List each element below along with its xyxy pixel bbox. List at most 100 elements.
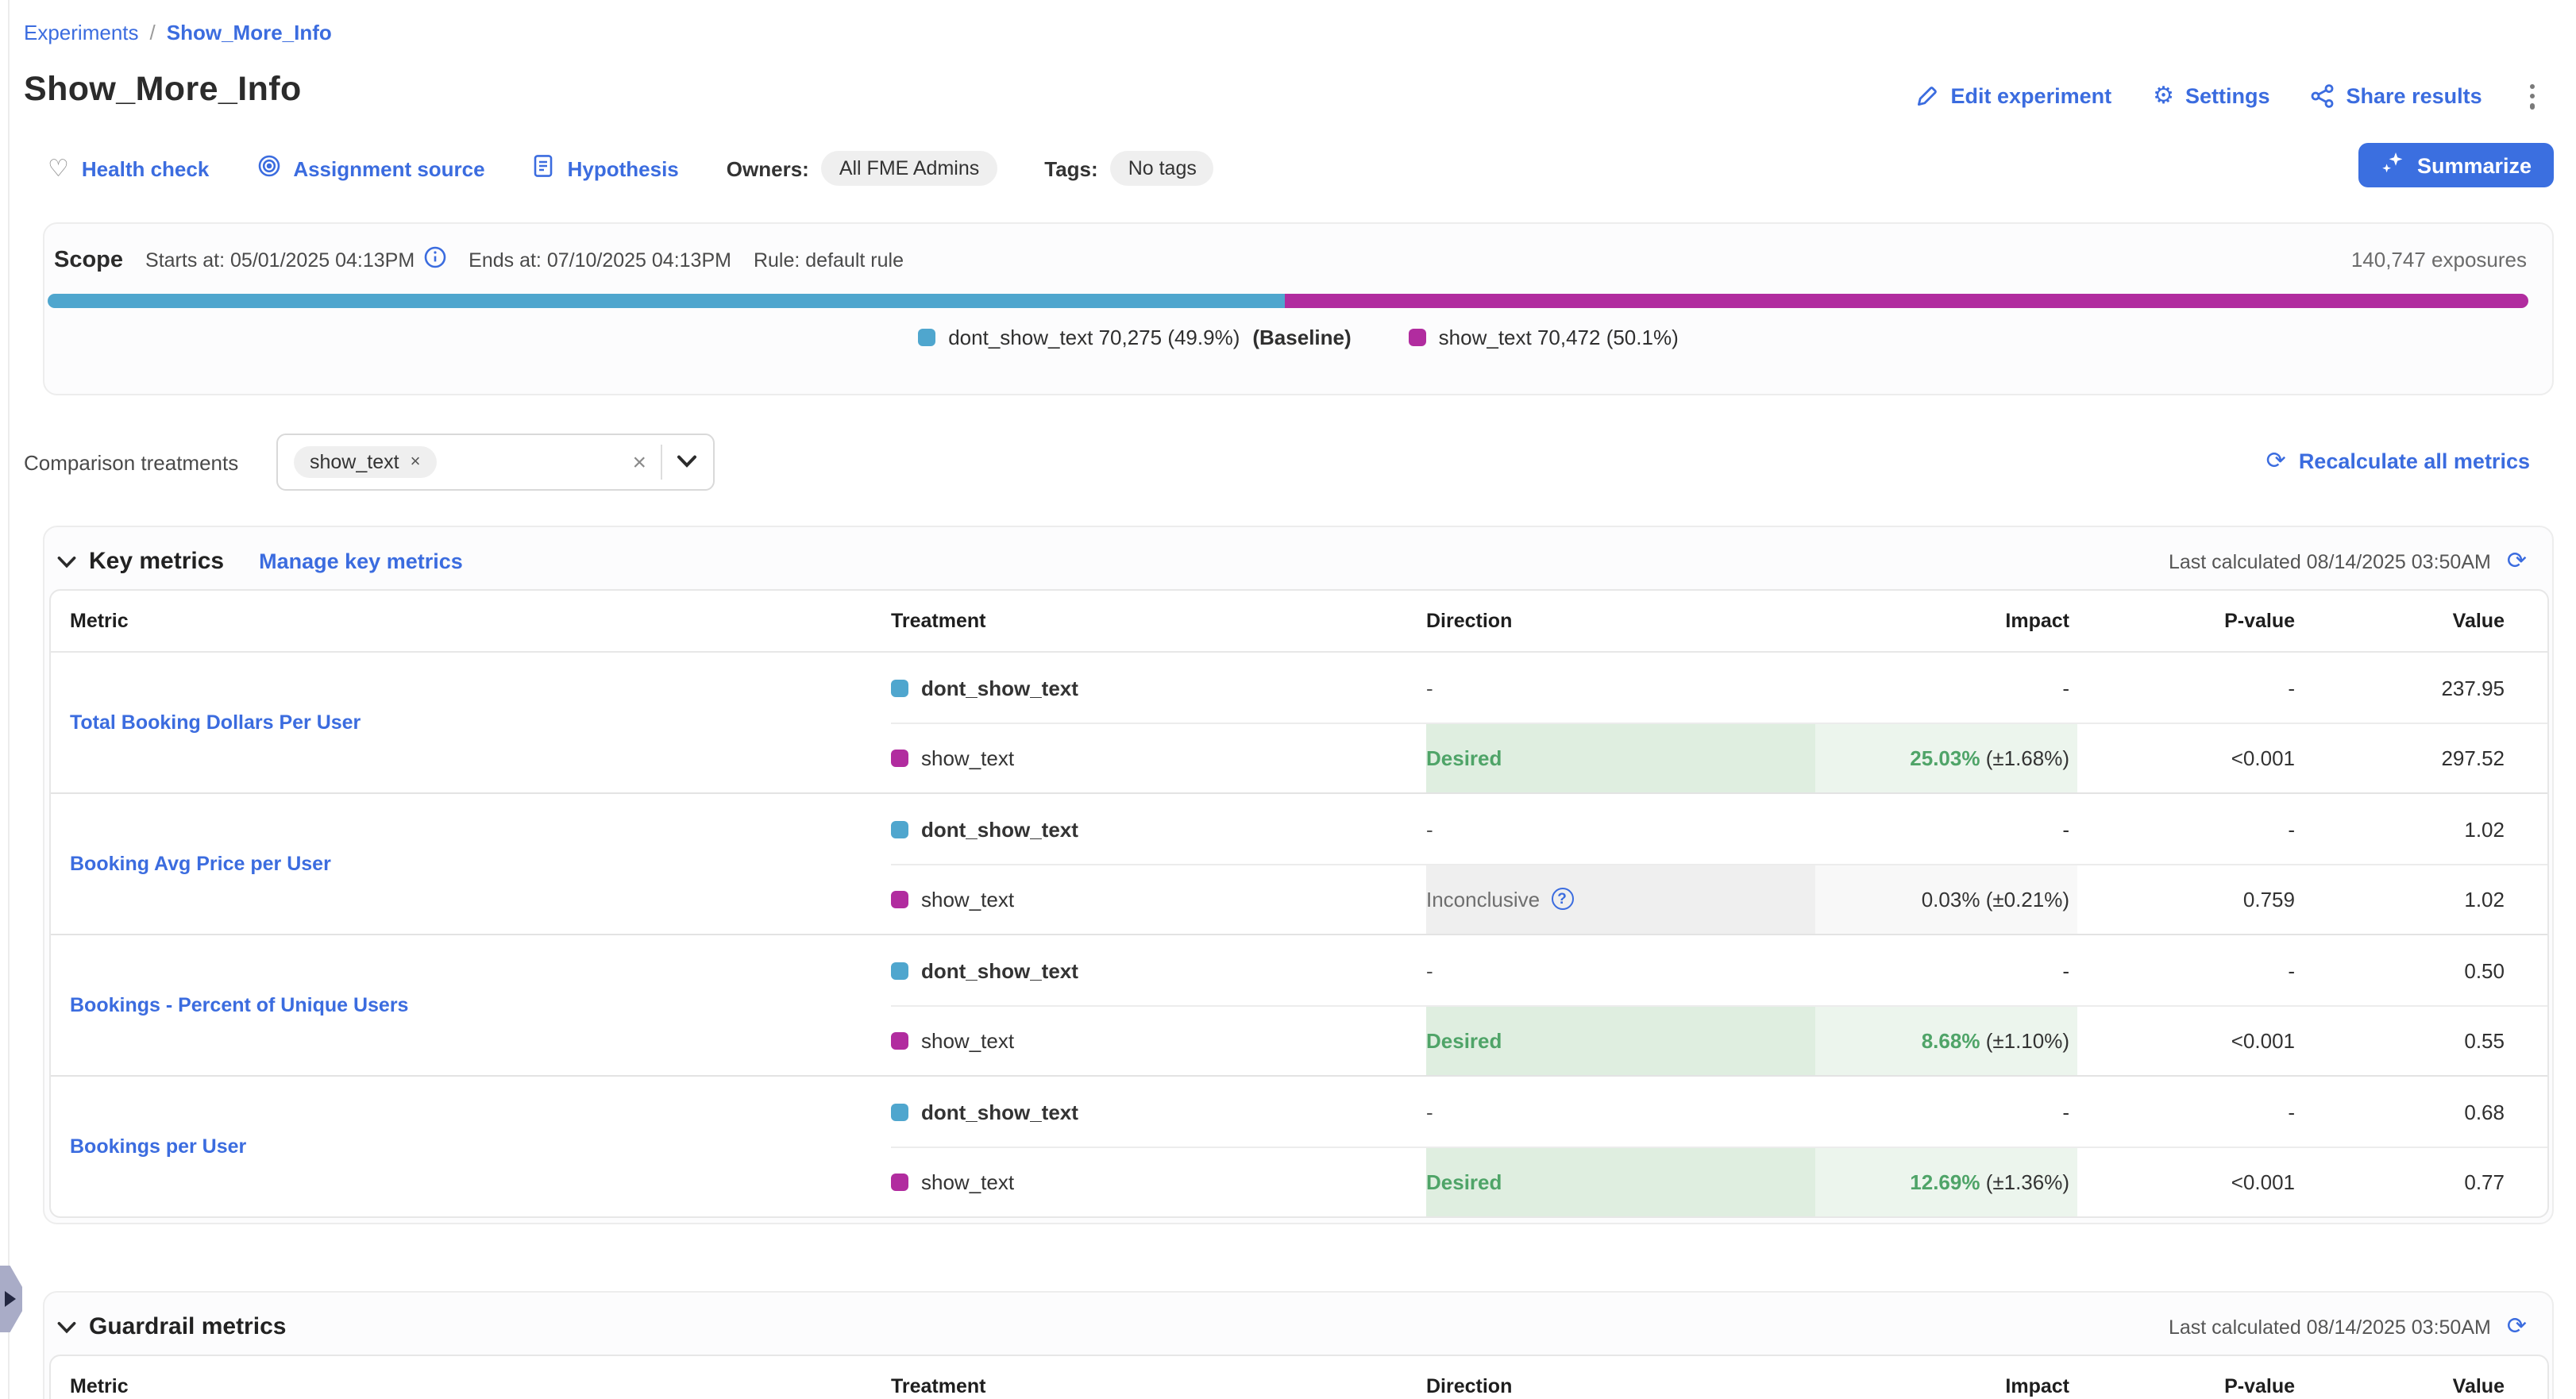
direction-label-wrap: - (1426, 1100, 1433, 1123)
tags-label: Tags: (1044, 156, 1097, 180)
p-value-cell: - (2077, 794, 2298, 864)
col-impact: Impact (1815, 610, 2077, 632)
pencil-icon (1916, 85, 1940, 109)
value-cell: 0.55 (2298, 1005, 2547, 1075)
treatment-swatch (891, 820, 908, 838)
refresh-guardrail-icon[interactable]: ⟳ (2507, 1315, 2527, 1339)
key-metrics-table: Metric Treatment Direction Impact P-valu… (49, 589, 2549, 1218)
impact-main: 12.69% (1910, 1170, 1980, 1193)
treatment-bar-segment (1286, 294, 2528, 308)
treatment-cell: dont_show_text (891, 653, 1426, 723)
baseline-swatch (918, 329, 935, 346)
metric-link[interactable]: Bookings - Percent of Unique Users (70, 994, 408, 1016)
info-icon[interactable] (424, 246, 446, 273)
impact-ci: (±1.68%) (1980, 746, 2069, 769)
direction-cell: - (1426, 794, 1815, 864)
treatment-chip[interactable]: show_text × (294, 446, 436, 478)
clear-selection-icon[interactable]: × (632, 450, 646, 474)
guardrail-header: Guardrail metrics Last calculated 08/14/… (44, 1293, 2552, 1340)
direction-label: - (1426, 1100, 1433, 1123)
treatment-label: show_text (921, 887, 1014, 911)
owners-label: Owners: (727, 156, 809, 180)
refresh-key-metrics-icon[interactable]: ⟳ (2507, 549, 2527, 573)
treatment-row: dont_show_text - - - 0.68 (891, 1077, 2547, 1147)
guardrail-metrics-card: Guardrail metrics Last calculated 08/14/… (43, 1291, 2554, 1399)
impact-cell: - (1815, 1077, 2077, 1147)
p-value-cell: - (2077, 653, 2298, 723)
scope-rule: Rule: default rule (754, 249, 904, 271)
p-value-cell: - (2077, 1077, 2298, 1147)
gcol-metric: Metric (51, 1375, 891, 1397)
tags-pill[interactable]: No tags (1111, 151, 1214, 186)
gcol-pvalue: P-value (2077, 1375, 2298, 1397)
p-value-cell: <0.001 (2077, 1005, 2298, 1075)
impact-cell: - (1815, 653, 2077, 723)
collapse-guardrail-icon[interactable] (57, 1320, 76, 1333)
expand-sidebar-button[interactable] (0, 1266, 22, 1332)
experiment-page: Experiments / Show_More_Info Show_More_I… (0, 0, 2576, 1399)
metric-link[interactable]: Total Booking Dollars Per User (70, 711, 361, 734)
page-title: Show_More_Info (24, 70, 302, 110)
guardrail-table: Metric Treatment Direction Impact P-valu… (49, 1355, 2549, 1399)
legend-baseline-label: dont_show_text 70,275 (49.9%) (948, 326, 1240, 349)
treatment-cell: show_text (891, 1005, 1426, 1075)
treatment-swatch (891, 1173, 908, 1190)
assignment-source-link[interactable]: Assignment source (256, 154, 484, 183)
direction-label: Inconclusive (1426, 887, 1540, 911)
settings-button[interactable]: ⚙ Settings (2153, 85, 2269, 109)
treatment-swatch (891, 749, 908, 766)
impact-cell: 12.69% (±1.36%) (1815, 1147, 2077, 1216)
health-check-link[interactable]: ♡ Health check (48, 154, 209, 183)
chevron-down-icon[interactable] (677, 448, 697, 476)
tags-group: Tags: No tags (1044, 151, 1214, 186)
share-results-button[interactable]: Share results (2312, 85, 2482, 109)
treatment-label: show_text (921, 746, 1014, 769)
manage-key-metrics-link[interactable]: Manage key metrics (259, 549, 463, 573)
hypothesis-link[interactable]: Hypothesis (533, 154, 679, 183)
share-icon (2312, 85, 2335, 109)
legend-item-treatment: show_text 70,472 (50.1%) (1409, 326, 1679, 349)
key-metrics-header: Key metrics Manage key metrics Last calc… (44, 527, 2552, 575)
collapse-key-metrics-icon[interactable] (57, 555, 76, 568)
value-cell: 297.52 (2298, 723, 2547, 792)
metric-link[interactable]: Booking Avg Price per User (70, 853, 331, 875)
breadcrumb-experiments-link[interactable]: Experiments (24, 21, 139, 44)
value-cell: 1.02 (2298, 864, 2547, 934)
key-metrics-table-header: Metric Treatment Direction Impact P-valu… (51, 591, 2547, 653)
p-value-cell: 0.759 (2077, 864, 2298, 934)
edit-experiment-button[interactable]: Edit experiment (1916, 85, 2112, 109)
impact-cell: 0.03% (±0.21%) (1815, 864, 2077, 934)
chip-remove-icon[interactable]: × (411, 453, 421, 472)
share-results-label: Share results (2347, 85, 2482, 109)
value-cell: 1.02 (2298, 794, 2547, 864)
baseline-bar-segment (48, 294, 1286, 308)
scope-row: Scope Starts at: 05/01/2025 04:13PM Ends… (44, 224, 2552, 273)
scope-ends-at: Ends at: 07/10/2025 04:13PM (469, 249, 731, 271)
impact-ci: (±1.36%) (1980, 1170, 2069, 1193)
breadcrumb-current-link[interactable]: Show_More_Info (167, 21, 332, 44)
impact-main: - (2062, 676, 2069, 700)
treatment-label: show_text (921, 1028, 1014, 1052)
baseline-badge: (Baseline) (1252, 326, 1351, 349)
refresh-icon: ⟳ (2266, 449, 2286, 473)
metric-cell: Total Booking Dollars Per User (51, 653, 891, 792)
key-metrics-card: Key metrics Manage key metrics Last calc… (43, 526, 2554, 1224)
metric-cell: Booking Avg Price per User (51, 794, 891, 934)
summarize-button[interactable]: Summarize (2358, 143, 2554, 187)
comparison-treatments-select[interactable]: show_text × × (276, 434, 715, 491)
recalculate-all-metrics-button[interactable]: ⟳ Recalculate all metrics (2266, 449, 2530, 473)
value-cell: 0.77 (2298, 1147, 2547, 1216)
metric-link[interactable]: Bookings per User (70, 1135, 246, 1158)
treatment-cell: show_text (891, 864, 1426, 934)
guardrail-title: Guardrail metrics (89, 1313, 286, 1340)
metric-cell: Bookings - Percent of Unique Users (51, 935, 891, 1075)
treatment-row: dont_show_text - - - 237.95 (891, 653, 2547, 723)
owners-pill[interactable]: All FME Admins (822, 151, 997, 186)
treatment-cell: dont_show_text (891, 794, 1426, 864)
more-options-button[interactable] (2524, 81, 2541, 112)
col-value: Value (2298, 610, 2547, 632)
impact-ci: (±0.21%) (1980, 887, 2069, 911)
treatment-chip-label: show_text (310, 451, 399, 473)
scope-starts-at: Starts at: 05/01/2025 04:13PM (145, 246, 446, 273)
question-icon[interactable]: ? (1551, 888, 1573, 910)
